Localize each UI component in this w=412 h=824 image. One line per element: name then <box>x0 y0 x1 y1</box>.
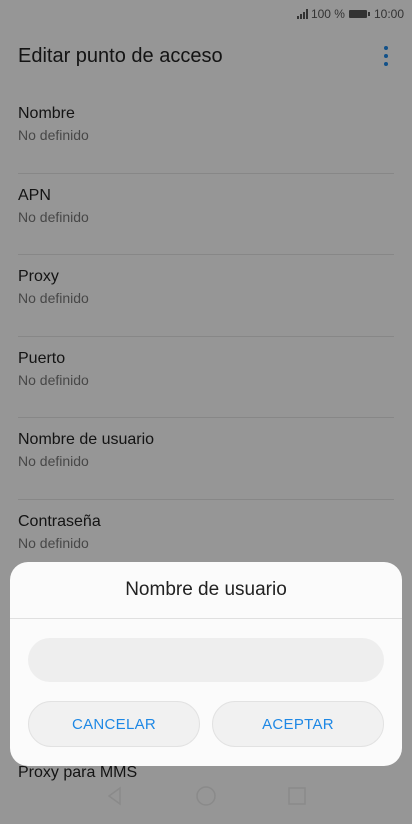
dialog-divider <box>10 618 402 619</box>
back-icon[interactable] <box>105 786 125 806</box>
dialog-title: Nombre de usuario <box>125 579 287 600</box>
home-icon[interactable] <box>195 785 217 807</box>
navigation-bar <box>0 768 412 824</box>
username-input[interactable] <box>28 638 384 682</box>
recents-icon[interactable] <box>287 786 307 806</box>
cancel-button[interactable]: CANCELAR <box>28 701 200 747</box>
username-dialog: Nombre de usuario CANCELAR ACEPTAR <box>10 562 402 766</box>
accept-button[interactable]: ACEPTAR <box>212 701 384 747</box>
